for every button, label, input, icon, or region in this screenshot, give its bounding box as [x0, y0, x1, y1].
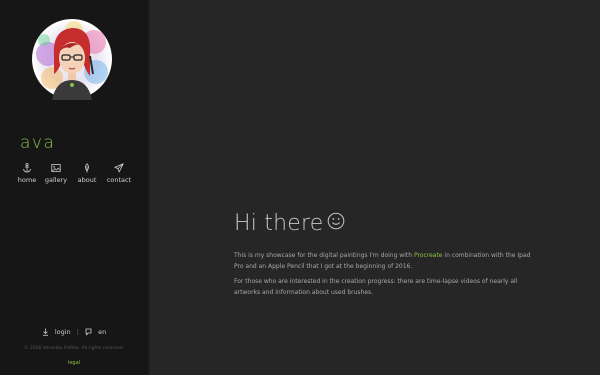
- intro-text-before: This is my showcase for the digital pain…: [234, 252, 414, 259]
- greeting-text: Hi there: [234, 211, 324, 236]
- main-nav: home gallery about contact: [10, 163, 140, 193]
- main-content: Hi there This is my showcase for the dig…: [150, 0, 600, 375]
- nav-label-contact: contact: [106, 176, 132, 184]
- language-label: en: [98, 328, 107, 336]
- nav-item-gallery[interactable]: gallery: [39, 163, 73, 184]
- login-label: login: [54, 328, 71, 336]
- nav-label-gallery: gallery: [44, 176, 68, 184]
- login-language-row: login | en: [0, 328, 148, 336]
- avatar: [30, 16, 114, 102]
- image-icon: [51, 164, 61, 172]
- greeting-heading: Hi there: [234, 211, 345, 236]
- separator: |: [76, 328, 79, 336]
- brand-title[interactable]: ava: [20, 133, 55, 153]
- nav-item-contact[interactable]: contact: [102, 163, 136, 184]
- legal-link[interactable]: legal: [0, 360, 148, 366]
- nav-label-about: about: [77, 176, 97, 184]
- intro-paragraph: This is my showcase for the digital pain…: [234, 251, 534, 272]
- feather-icon: [85, 163, 89, 173]
- paper-plane-icon: [114, 163, 124, 173]
- login-link[interactable]: login: [42, 328, 71, 336]
- nav-item-about[interactable]: about: [70, 163, 104, 184]
- speech-bubble-icon: [85, 328, 92, 336]
- progress-paragraph: For those who are interested in the crea…: [234, 278, 518, 296]
- smiley-icon: [328, 212, 345, 230]
- procreate-link[interactable]: Procreate: [414, 252, 443, 259]
- login-icon: [42, 328, 48, 336]
- anchor-icon: [23, 163, 31, 173]
- copyright-text: © 2016 Veronika Fröhler. All rights rese…: [23, 346, 125, 351]
- sidebar: ava home gallery about contact login | e…: [0, 0, 150, 375]
- language-switch[interactable]: en: [85, 328, 106, 336]
